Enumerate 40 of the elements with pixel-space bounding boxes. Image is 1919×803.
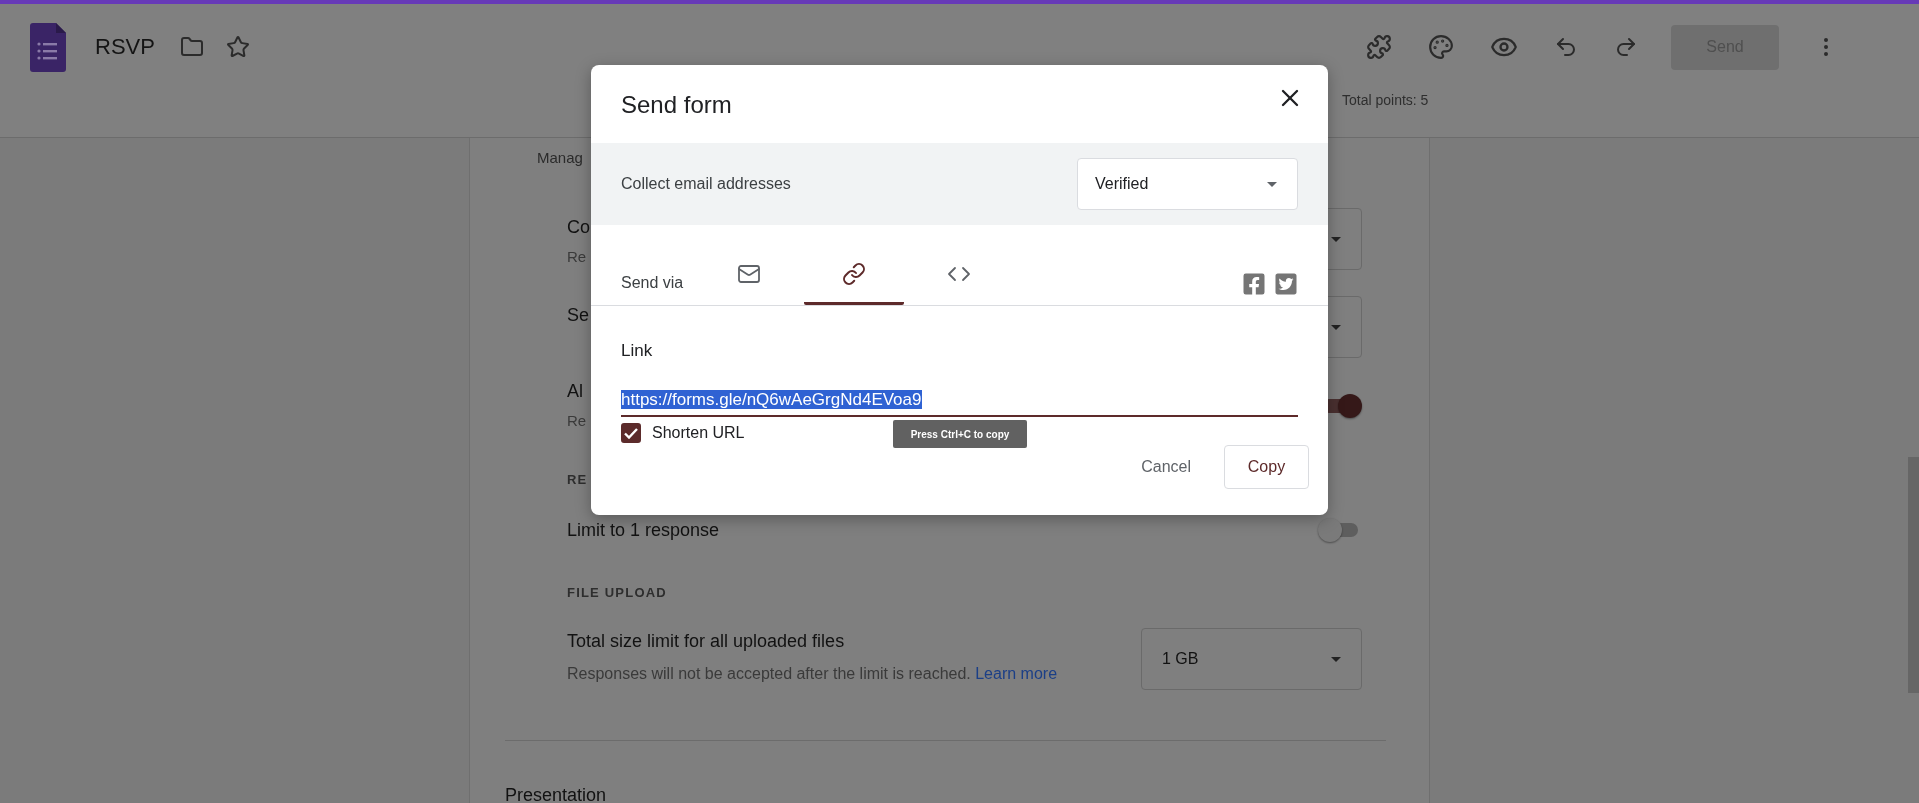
setting-description: Re [567, 247, 588, 267]
folder-icon[interactable] [179, 35, 204, 59]
dropdown-arrow-icon [1331, 324, 1341, 330]
collect-select[interactable]: Verified [1077, 158, 1298, 210]
link-label: Link [621, 340, 654, 362]
dialog-title: Send form [621, 91, 732, 119]
tooltip: Press Ctrl+C to copy [893, 420, 1027, 448]
puzzle-icon[interactable] [1366, 34, 1392, 60]
shorten-label: Shorten URL [652, 424, 745, 442]
size-select[interactable]: 1 GB [1141, 628, 1362, 690]
section-heading: RE [567, 471, 589, 489]
palette-icon[interactable] [1428, 34, 1454, 60]
setting-description: Re [567, 411, 587, 431]
twitter-icon[interactable] [1274, 272, 1298, 296]
form-title[interactable]: RSVP [95, 34, 155, 60]
setting-title: Se [567, 304, 590, 327]
setting-title: Al [567, 380, 584, 403]
redo-icon[interactable] [1614, 35, 1638, 59]
section-title: Presentation [505, 784, 608, 803]
send-via-label: Send via [621, 274, 684, 292]
dropdown-arrow-icon [1331, 656, 1341, 662]
dropdown-arrow-icon [1267, 181, 1277, 187]
setting-title: Limit to 1 response [567, 519, 720, 542]
setting-description: Responses will not be accepted after the limit is reached. Learn more [567, 664, 1058, 684]
facebook-icon[interactable] [1242, 272, 1266, 296]
undo-icon[interactable] [1554, 35, 1578, 59]
cancel-button[interactable]: Cancel [1133, 450, 1199, 484]
section-heading: FILE UPLOAD [567, 584, 668, 602]
forms-logo-icon[interactable] [30, 22, 66, 72]
section-title: Manag [537, 148, 584, 168]
collect-label: Collect email addresses [621, 175, 791, 193]
total-points: Total points: 5 [1342, 92, 1430, 108]
url-field[interactable]: https://forms.gle/nQ6wAeGrgNd4EVoa9 [621, 389, 1298, 417]
link-icon [842, 261, 867, 286]
star-icon[interactable] [225, 35, 250, 59]
dropdown-arrow-icon [1331, 236, 1341, 242]
setting-title: Co [567, 216, 590, 239]
copy-button[interactable]: Copy [1224, 445, 1309, 489]
setting-title: Total size limit for all uploaded files [567, 630, 846, 653]
shorten-checkbox[interactable] [621, 423, 641, 443]
